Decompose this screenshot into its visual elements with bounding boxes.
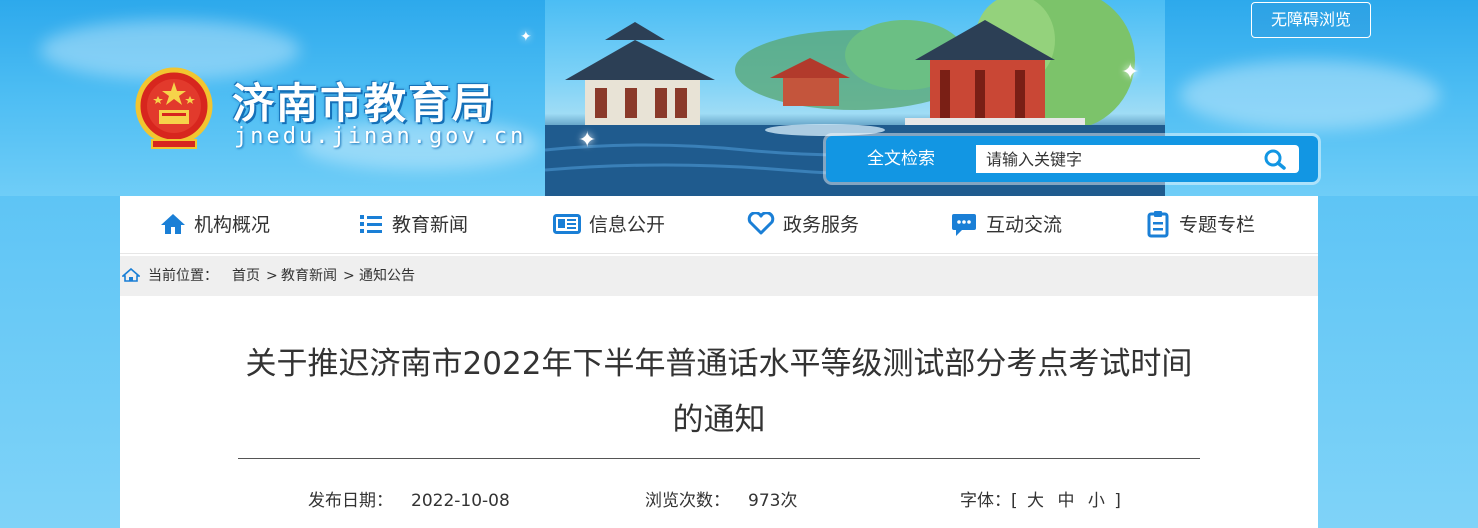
- list-icon: [360, 214, 382, 233]
- nav-item-gov-services[interactable]: 政务服务: [747, 196, 859, 254]
- breadcrumb-separator: >: [343, 268, 355, 284]
- font-size-medium[interactable]: 中: [1057, 491, 1074, 511]
- clipboard-icon: [1147, 210, 1169, 237]
- decor-cloud: [1180, 60, 1440, 130]
- font-size-label: 字体：[: [960, 491, 1018, 511]
- sparkle-icon: ✦: [520, 29, 532, 45]
- breadcrumb: 当前位置： 首页 > 教育新闻 > 通知公告: [120, 256, 1318, 296]
- font-size-large[interactable]: 大: [1027, 491, 1044, 511]
- nav-item-label: 专题专栏: [1179, 214, 1256, 236]
- publish-date-value: 2022-10-08: [411, 491, 510, 511]
- publish-date: 发布日期： 2022-10-08: [308, 486, 510, 516]
- nav-item-label: 政务服务: [783, 214, 860, 236]
- nav-item-education-news[interactable]: 教育新闻: [358, 196, 468, 254]
- breadcrumb-item-notices[interactable]: 通知公告: [359, 256, 415, 296]
- nav-item-label: 教育新闻: [392, 214, 469, 236]
- main-content: 机构概况 教育新闻 信息公开 政务服务 互动交流 专题专栏 当前位置： 首页 >…: [120, 196, 1318, 528]
- font-size-small[interactable]: 小: [1088, 491, 1105, 511]
- site-name: 济南市教育局: [232, 79, 497, 128]
- search-box: 全文检索: [826, 136, 1318, 182]
- breadcrumb-separator: >: [266, 268, 278, 284]
- publish-date-label: 发布日期：: [308, 491, 393, 511]
- view-count-label: 浏览次数：: [645, 491, 730, 511]
- search-icon: [1264, 149, 1286, 170]
- breadcrumb-item-home[interactable]: 首页: [232, 256, 260, 296]
- national-emblem-icon: [134, 66, 214, 152]
- breadcrumb-item-education-news[interactable]: 教育新闻: [281, 256, 337, 296]
- search-input[interactable]: [976, 145, 1251, 173]
- nav-item-info-disclosure[interactable]: 信息公开: [553, 196, 665, 254]
- nav-item-label: 信息公开: [589, 214, 666, 236]
- home-icon: [161, 213, 185, 234]
- article-title: 关于推迟济南市2022年下半年普通话水平等级测试部分考点考试时间 的通知: [240, 336, 1198, 448]
- site-domain: jnedu.jinan.gov.cn: [234, 124, 527, 149]
- nav-item-special-topics[interactable]: 专题专栏: [1145, 196, 1255, 254]
- nav-item-org-overview[interactable]: 机构概况: [160, 196, 270, 254]
- nav-item-label: 互动交流: [986, 214, 1063, 236]
- title-divider: [238, 458, 1200, 459]
- main-nav: 机构概况 教育新闻 信息公开 政务服务 互动交流 专题专栏: [120, 196, 1318, 254]
- newspaper-icon: [553, 213, 581, 234]
- search-label: 全文检索: [867, 149, 935, 169]
- nav-item-interaction[interactable]: 互动交流: [950, 196, 1062, 254]
- article-title-line: 关于推迟济南市2022年下半年普通话水平等级测试部分考点考试时间: [245, 346, 1193, 382]
- breadcrumb-prefix: 当前位置：: [148, 268, 218, 284]
- view-count: 浏览次数： 973次: [645, 486, 797, 516]
- location-home-icon: [122, 268, 140, 282]
- nav-item-label: 机构概况: [194, 214, 271, 236]
- view-count-value: 973次: [748, 491, 798, 511]
- chat-icon: [952, 213, 976, 236]
- search-button[interactable]: [1251, 145, 1299, 173]
- article-title-line: 的通知: [672, 402, 766, 438]
- font-size-control: 字体：[ 大 中 小 ]: [960, 486, 1121, 516]
- accessibility-button[interactable]: 无障碍浏览: [1251, 2, 1371, 38]
- sparkle-icon: ✦: [1121, 60, 1140, 85]
- sparkle-icon: ✦: [578, 128, 597, 153]
- heart-icon: [747, 211, 775, 234]
- header-banner: ✦ ✦ ✦ 济南市教育局 jnedu.jinan.gov.cn 无障碍浏览 全文…: [0, 0, 1478, 196]
- font-size-close-bracket: ]: [1114, 491, 1121, 511]
